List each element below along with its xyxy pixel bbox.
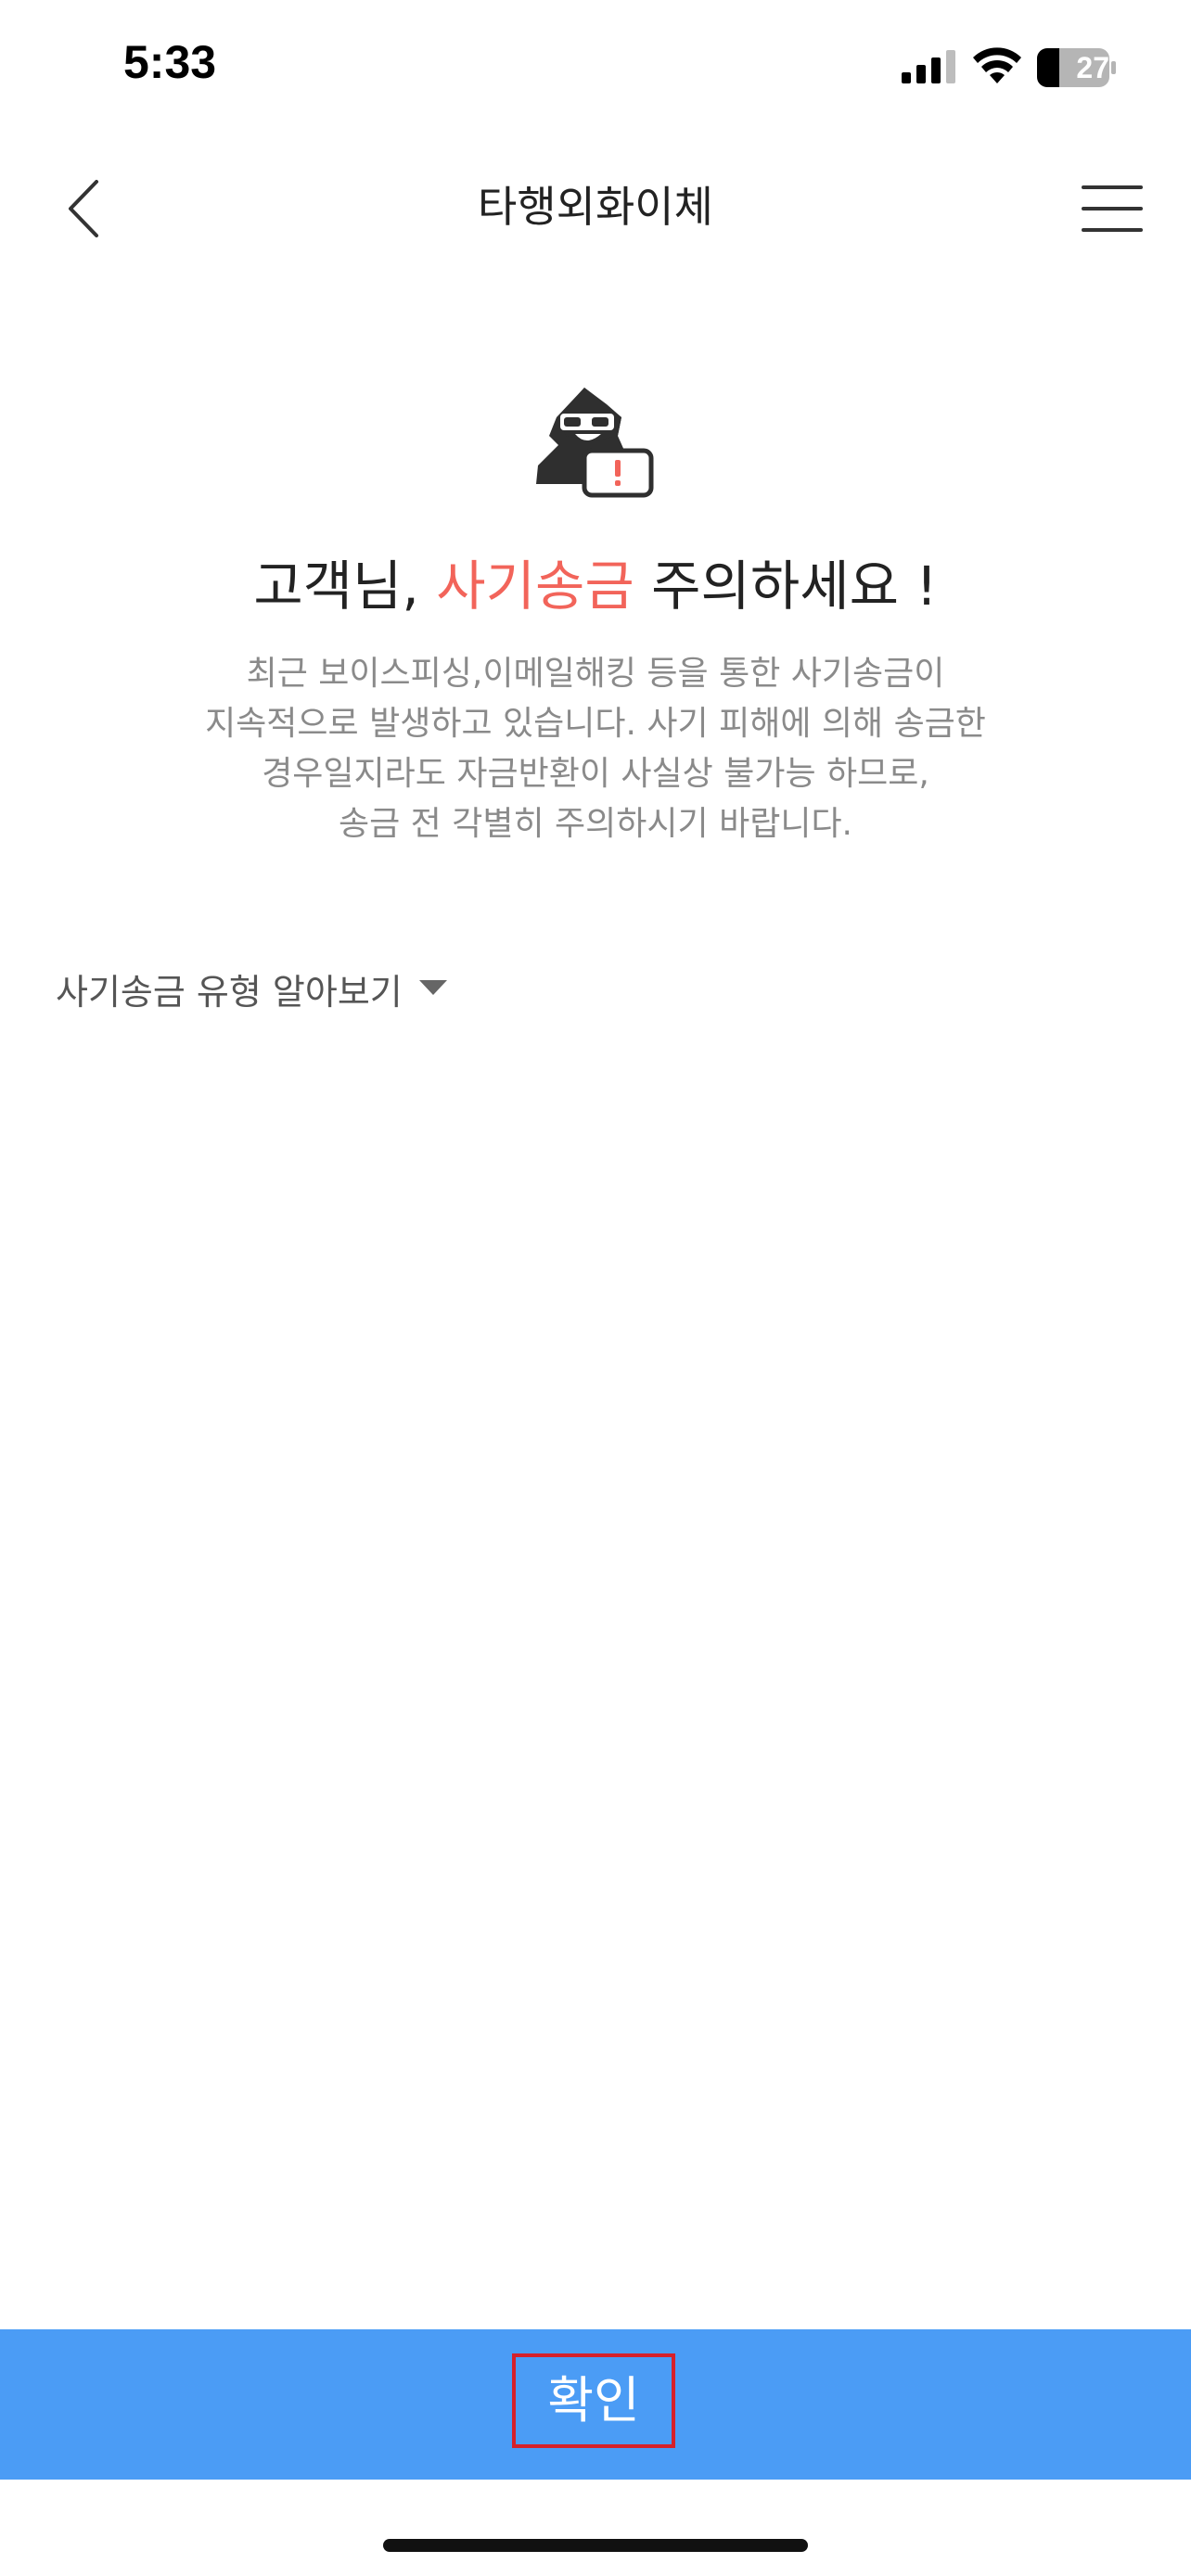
hamburger-menu-icon bbox=[1082, 185, 1143, 232]
page-title: 타행외화이체 bbox=[478, 182, 713, 232]
headline-prefix: 고객님, bbox=[253, 555, 437, 618]
hacker-warning-icon bbox=[536, 388, 654, 498]
description-line: 최근 보이스피싱,이메일해킹 등을 통한 사기송금이 bbox=[246, 655, 945, 693]
confirm-button-label[interactable]: 확인 bbox=[512, 2353, 675, 2448]
status-time: 5:33 bbox=[123, 36, 217, 88]
description-line: 지속적으로 발생하고 있습니다. 사기 피해에 의해 송금한 bbox=[205, 705, 986, 743]
caret-down-icon bbox=[418, 980, 447, 995]
description-line: 송금 전 각별히 주의하시기 바랍니다. bbox=[338, 805, 853, 843]
headline-accent: 사기송금 bbox=[436, 555, 634, 618]
menu-button[interactable] bbox=[1076, 176, 1146, 241]
warning-headline: 고객님, 사기송금 주의하세요 ! bbox=[0, 549, 1191, 623]
fraud-types-label: 사기송금 유형 알아보기 bbox=[56, 971, 403, 1013]
battery-level: 27 bbox=[1076, 51, 1109, 84]
cellular-signal-icon bbox=[902, 50, 955, 83]
fraud-types-toggle[interactable]: 사기송금 유형 알아보기 bbox=[56, 961, 447, 1016]
home-indicator bbox=[383, 2539, 808, 2552]
description-line: 경우일지라도 자금반환이 사실상 불가능 하므로, bbox=[262, 755, 929, 793]
warning-description: 최근 보이스피싱,이메일해킹 등을 통한 사기송금이 지속적으로 발생하고 있습… bbox=[132, 649, 1059, 849]
headline-suffix: 주의하세요 ! bbox=[634, 555, 938, 618]
wifi-icon bbox=[973, 47, 1021, 83]
